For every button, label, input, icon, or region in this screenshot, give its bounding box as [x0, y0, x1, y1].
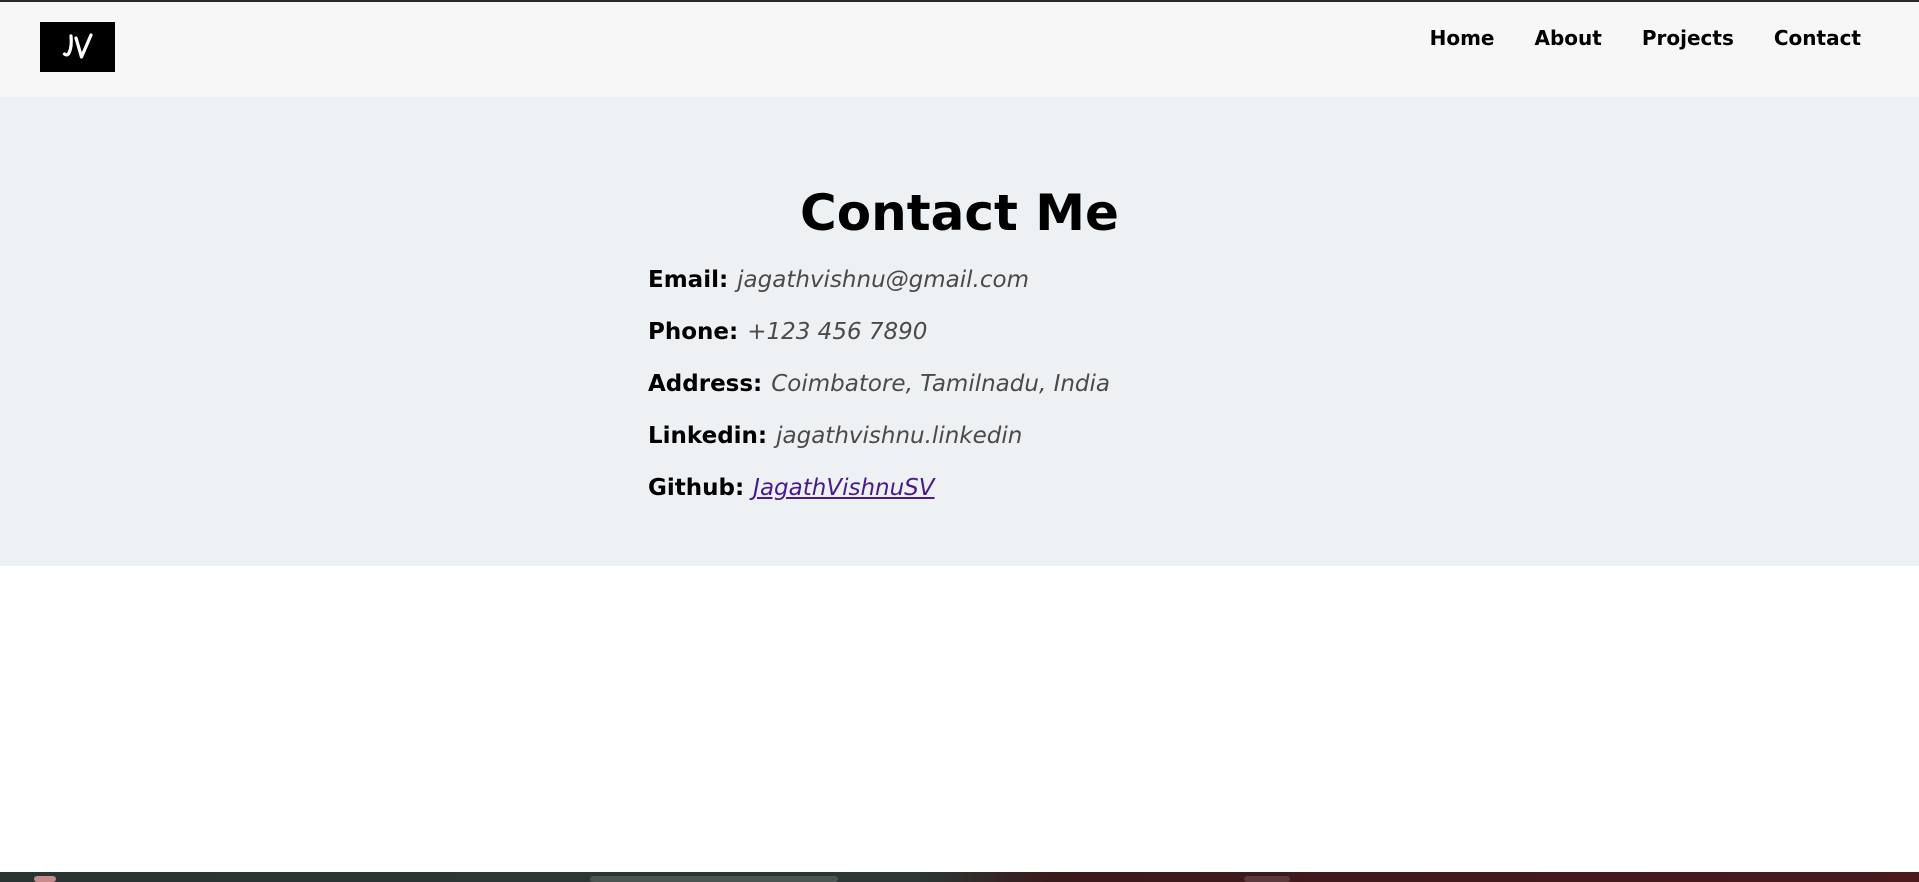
address-label: Address: [648, 371, 763, 397]
page-title: Contact Me [800, 184, 1119, 242]
jv-logo-icon [62, 33, 93, 59]
github-row: Github: JagathVishnuSV [648, 475, 1110, 502]
address-row: Address: Coimbatore, Tamilnadu, India [648, 371, 1110, 398]
site-header: Home About Projects Contact [0, 2, 1919, 97]
linkedin-row: Linkedin: jagathvishnu.linkedin [648, 423, 1110, 450]
nav-home-link[interactable]: Home [1430, 24, 1495, 52]
github-label: Github: [648, 475, 745, 501]
os-taskbar-strip [0, 872, 1919, 882]
address-value: Coimbatore, Tamilnadu, India [771, 371, 1111, 397]
taskbar-pinned-icon[interactable] [1244, 876, 1290, 882]
taskbar-search-box[interactable] [590, 876, 838, 882]
phone-label: Phone: [648, 319, 739, 345]
email-value: jagathvishnu@gmail.com [737, 267, 1029, 293]
linkedin-label: Linkedin: [648, 423, 768, 449]
nav-projects-link[interactable]: Projects [1642, 24, 1734, 52]
phone-value: +123 456 7890 [747, 319, 928, 345]
main-nav: Home About Projects Contact [1430, 24, 1861, 52]
contact-section: Contact Me Email: jagathvishnu@gmail.com… [0, 97, 1919, 566]
email-label: Email: [648, 267, 729, 293]
linkedin-value: jagathvishnu.linkedin [776, 423, 1023, 449]
nav-contact-link[interactable]: Contact [1774, 24, 1861, 52]
nav-about-link[interactable]: About [1535, 24, 1602, 52]
github-link[interactable]: JagathVishnuSV [753, 475, 934, 502]
contact-details: Email: jagathvishnu@gmail.com Phone: +12… [648, 267, 1110, 502]
email-row: Email: jagathvishnu@gmail.com [648, 267, 1110, 294]
phone-row: Phone: +123 456 7890 [648, 319, 1110, 346]
taskbar-app-icon[interactable] [34, 876, 56, 882]
site-logo[interactable] [40, 22, 115, 72]
